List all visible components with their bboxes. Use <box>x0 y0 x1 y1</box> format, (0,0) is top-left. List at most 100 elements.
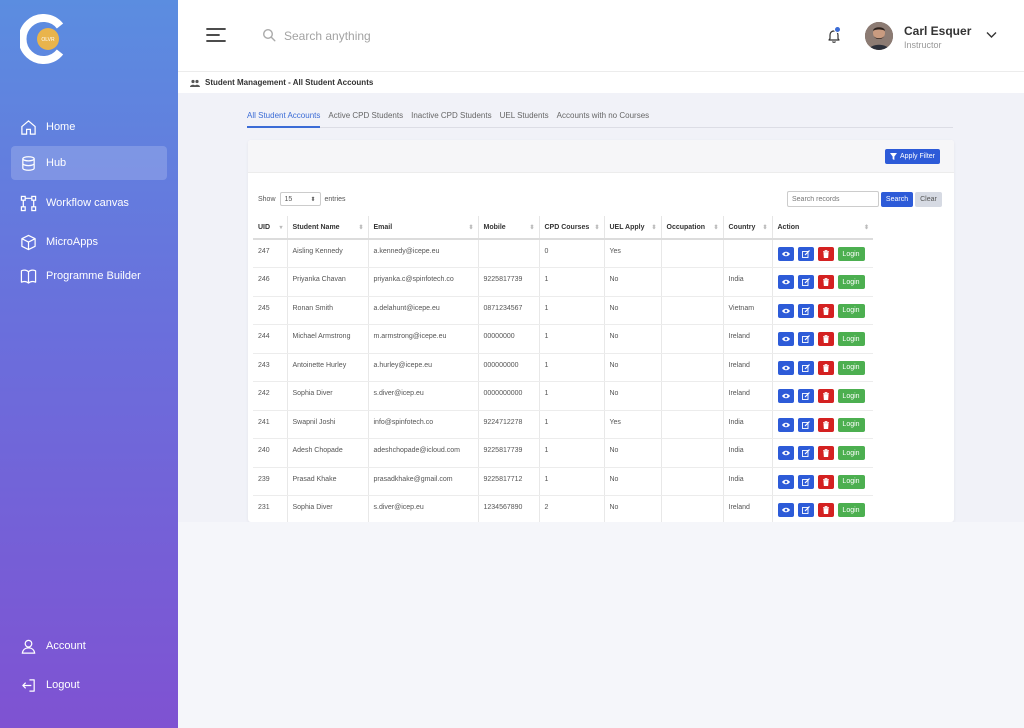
edit-icon <box>801 506 810 514</box>
view-button[interactable] <box>777 503 794 517</box>
users-icon <box>190 79 200 87</box>
brand-logo[interactable]: OLVR <box>20 14 68 64</box>
sidebar-item-microapps[interactable]: MicroApps <box>11 225 167 259</box>
tab-all-student-accounts[interactable]: All Student Accounts <box>247 110 321 128</box>
entries-select[interactable]: 15 ⬍ <box>279 192 321 206</box>
view-button[interactable] <box>777 360 794 375</box>
table-cell: No <box>604 324 662 354</box>
delete-button[interactable] <box>817 275 834 289</box>
edit-button[interactable] <box>797 275 814 289</box>
view-button[interactable] <box>777 303 794 318</box>
column-header[interactable]: UID ▾ <box>253 216 288 240</box>
view-button[interactable] <box>777 275 794 289</box>
login-button[interactable]: Login <box>837 474 865 489</box>
clear-button[interactable]: Clear <box>915 192 942 207</box>
tab-active-cpd-students[interactable]: Active CPD Students <box>328 110 403 128</box>
sidebar-item-logout[interactable]: Logout <box>11 668 167 702</box>
table-cell <box>661 381 724 411</box>
search-button[interactable]: Search <box>881 192 913 207</box>
column-header-label: Email <box>373 223 393 231</box>
sidebar-item-account[interactable]: Account <box>11 629 167 663</box>
sort-desc-icon: ▾ <box>279 225 283 231</box>
search-records-input[interactable] <box>787 191 879 207</box>
chevron-down-icon[interactable] <box>986 31 997 39</box>
table-row: 244 Michael Armstrong m.armstrong@icepe.eu… <box>253 324 873 354</box>
edit-button[interactable] <box>797 503 814 517</box>
edit-button[interactable] <box>797 360 814 375</box>
edit-button[interactable] <box>797 303 814 318</box>
table-cell <box>723 239 773 268</box>
delete-button[interactable] <box>817 303 834 318</box>
column-header-label: Student Name <box>292 223 340 231</box>
table-cell <box>661 239 724 268</box>
table-cell: No <box>604 353 662 382</box>
login-button[interactable]: Login <box>837 247 865 261</box>
delete-button[interactable] <box>817 417 834 432</box>
table-cell: Sophia Diver <box>287 495 369 522</box>
login-button[interactable]: Login <box>837 446 865 460</box>
table-cell: Antoinette Hurley <box>287 353 369 382</box>
column-header[interactable]: Country ⬍ <box>723 216 773 240</box>
table-cell: 1 <box>539 410 605 439</box>
delete-button[interactable] <box>817 389 834 403</box>
sidebar-item-workflow-canvas[interactable]: Workflow canvas <box>11 186 167 220</box>
menu-toggle-icon[interactable] <box>206 27 226 43</box>
tab-accounts-with-no-courses[interactable]: Accounts with no Courses <box>557 110 650 128</box>
view-button[interactable] <box>777 417 794 432</box>
column-header[interactable]: Occupation ⬍ <box>661 216 724 240</box>
sidebar: OLVR Home Hub Workflow canvas MicroApps … <box>0 0 178 728</box>
login-button[interactable]: Login <box>837 275 865 289</box>
table-row: 247 Aisling Kennedy a.kennedy@icepe.eu 0 Yes… <box>253 239 873 268</box>
column-header[interactable]: Mobile ⬍ <box>478 216 540 240</box>
table-cell: 00000000 <box>478 324 540 354</box>
table-cell: Yes <box>604 410 662 439</box>
edit-icon <box>801 335 810 343</box>
column-header[interactable]: Action ⬍ <box>772 216 873 240</box>
sidebar-item-home[interactable]: Home <box>11 110 167 144</box>
column-header[interactable]: CPD Courses ⬍ <box>539 216 605 240</box>
edit-button[interactable] <box>797 446 814 460</box>
table-cell: info@spinfotech.co <box>368 410 479 439</box>
apply-filter-button[interactable]: Apply Filter <box>884 149 940 164</box>
table-cell: 244 <box>253 324 288 354</box>
edit-button[interactable] <box>797 389 814 403</box>
login-button[interactable]: Login <box>837 303 865 318</box>
edit-button[interactable] <box>797 247 814 261</box>
edit-button[interactable] <box>797 417 814 432</box>
tab-inactive-cpd-students[interactable]: Inactive CPD Students <box>411 110 491 128</box>
global-search-input[interactable] <box>284 26 484 46</box>
sidebar-item-hub[interactable]: Hub <box>11 146 167 180</box>
delete-button[interactable] <box>817 332 834 346</box>
login-button[interactable]: Login <box>837 503 865 517</box>
show-label: Show <box>258 195 276 203</box>
delete-button[interactable] <box>817 247 834 261</box>
avatar-image <box>865 22 893 50</box>
view-button[interactable] <box>777 474 794 489</box>
view-button[interactable] <box>777 247 794 261</box>
sort-icon: ⬍ <box>713 225 719 231</box>
table-cell: m.armstrong@icepe.eu <box>368 324 479 354</box>
delete-button[interactable] <box>817 474 834 489</box>
action-cell: Login <box>772 353 873 382</box>
view-button[interactable] <box>777 389 794 403</box>
sidebar-item-programme-builder[interactable]: Programme Builder <box>11 259 167 293</box>
tab-uel-students[interactable]: UEL Students <box>500 110 549 128</box>
delete-button[interactable] <box>817 503 834 517</box>
view-button[interactable] <box>777 332 794 346</box>
edit-button[interactable] <box>797 474 814 489</box>
entries-control: Show 15 ⬍ entries <box>258 192 346 206</box>
column-header[interactable]: UEL Apply ⬍ <box>604 216 662 240</box>
login-button[interactable]: Login <box>837 389 865 403</box>
eye-icon <box>781 279 790 285</box>
column-header[interactable]: Email ⬍ <box>368 216 479 240</box>
login-button[interactable]: Login <box>837 360 865 375</box>
login-button[interactable]: Login <box>837 332 865 346</box>
login-button[interactable]: Login <box>837 417 865 432</box>
delete-button[interactable] <box>817 446 834 460</box>
action-cell: Login <box>772 467 873 496</box>
avatar[interactable] <box>865 22 893 50</box>
view-button[interactable] <box>777 446 794 460</box>
edit-button[interactable] <box>797 332 814 346</box>
delete-button[interactable] <box>817 360 834 375</box>
column-header[interactable]: Student Name ⬍ <box>287 216 369 240</box>
